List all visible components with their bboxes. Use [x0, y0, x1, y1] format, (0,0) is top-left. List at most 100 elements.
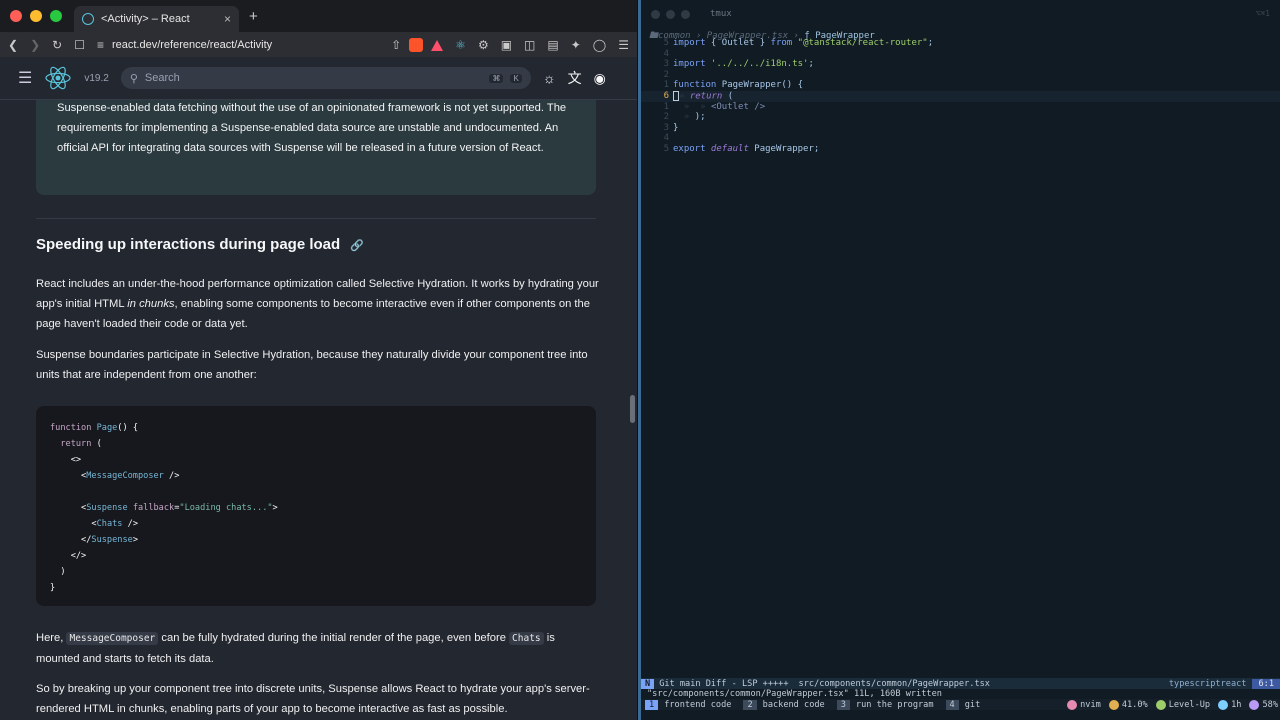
code-example: function Page() { return ( <> <MessageCo… — [36, 406, 596, 606]
line-code: » » <Outlet /> — [673, 102, 765, 113]
code-line: <Suspense fallback="Loading chats..."> — [50, 500, 582, 516]
emphasis-text: in chunks — [127, 298, 175, 310]
line-number: 2 — [663, 69, 669, 80]
cpu-label: 41.0% — [1121, 699, 1148, 710]
editor-line[interactable]: 5 import { Outlet } from "@tanstack/react… — [641, 38, 1280, 49]
forward-icon[interactable]: ❯ — [30, 38, 40, 52]
tmux-window-name[interactable]: git — [959, 700, 989, 710]
tmux-window-name[interactable]: frontend code — [658, 700, 739, 710]
terminal-shortcut: ⌥⌘1 — [1255, 9, 1270, 18]
brave-shields-icon[interactable] — [409, 38, 424, 52]
editor-line[interactable]: 2 — [641, 70, 1280, 81]
extensions-icon[interactable]: ⚙ — [478, 38, 489, 52]
code-token: /> — [122, 519, 138, 529]
back-icon[interactable]: ❮ — [8, 38, 18, 52]
cpu-icon — [1108, 699, 1119, 710]
site-info-icon[interactable]: ≡ — [97, 38, 104, 52]
battery-icon — [1249, 699, 1260, 710]
code-token: () { — [117, 423, 138, 433]
editor-line[interactable]: 1 » » <Outlet /> — [641, 102, 1280, 113]
code-line: <> — [50, 452, 582, 468]
line-number: 5 — [663, 143, 669, 154]
code-line: </Suspense> — [50, 532, 582, 548]
docs-search-input[interactable]: ⚲ Search ⌘ K — [120, 67, 531, 89]
paragraph-text: can be fully hydrated during the initial… — [158, 632, 510, 644]
editor-line[interactable]: 1 function PageWrapper() { — [641, 80, 1280, 91]
code-token: ; — [927, 38, 934, 48]
code-token: > — [132, 535, 138, 545]
editor-line[interactable]: 6 » return ( — [641, 90, 1280, 102]
browser-window: <Activity> – React × + ❮ ❯ ↻ ☐ ≡ react.d… — [0, 0, 638, 720]
vpn-icon[interactable]: ◯ — [593, 38, 606, 52]
inline-code: MessageComposer — [66, 632, 159, 645]
close-window-button[interactable] — [651, 9, 660, 19]
code-token: } — [50, 583, 56, 593]
site-header: ☰ v19.2 ⚲ Search ⌘ K ☼ 文 ◉ — [0, 57, 637, 100]
tmux-window-name[interactable]: run the program — [850, 700, 942, 710]
tmux-window-number[interactable]: 1 — [645, 699, 659, 710]
editor-line[interactable]: 2 » ); — [641, 112, 1280, 123]
reload-icon[interactable]: ↻ — [52, 38, 62, 52]
file-path: src/components/common/PageWrapper.tsx — [798, 678, 990, 689]
tmux-window-number[interactable]: 4 — [945, 699, 959, 710]
brave-rewards-icon[interactable] — [431, 39, 444, 51]
code-token: <> — [70, 455, 82, 465]
line-number: 1 — [663, 101, 669, 112]
leo-ai-icon[interactable]: ✦ — [571, 38, 581, 52]
theme-toggle-icon[interactable]: ☼ — [543, 70, 556, 86]
link-anchor-icon[interactable]: 🔗 — [350, 240, 364, 252]
version-label[interactable]: v19.2 — [84, 73, 108, 84]
react-devtools-icon[interactable]: ⚛ — [455, 38, 466, 52]
maximize-window-button[interactable] — [681, 9, 690, 19]
filetype: typescriptreact — [1168, 678, 1247, 689]
uptime-icon — [1218, 699, 1229, 710]
tab-activity[interactable]: <Activity> – React × — [74, 6, 239, 32]
github-icon[interactable]: ◉ — [594, 70, 606, 87]
editor-line[interactable]: 4 — [641, 133, 1280, 144]
share-icon[interactable]: ⇧ — [391, 38, 401, 52]
tmux-window-number[interactable]: 2 — [743, 699, 757, 710]
address-bar[interactable]: ≡ react.dev/reference/react/Activity ⇧ — [97, 38, 444, 52]
paragraph-suspense-boundaries: Suspense boundaries participate in Selec… — [36, 345, 601, 385]
new-tab-button[interactable]: + — [249, 8, 258, 25]
editor-line[interactable]: 3 import '../../../i18n.ts'; — [641, 59, 1280, 70]
code-token: > — [272, 503, 278, 513]
url-text[interactable]: react.dev/reference/react/Activity — [112, 39, 272, 51]
page-scrollbar[interactable] — [630, 395, 635, 423]
line-number: 3 — [663, 122, 669, 133]
bookmark-icon[interactable]: ☐ — [74, 38, 85, 52]
paragraph-summary: So by breaking up your component tree in… — [36, 679, 601, 719]
code-token: PageWrapper() { — [716, 80, 804, 91]
screenshot-icon[interactable]: ▣ — [501, 38, 512, 52]
minimize-window-button[interactable] — [30, 10, 42, 22]
code-token: export — [673, 143, 706, 154]
code-editor[interactable]: 5 import { Outlet } from "@tanstack/react… — [641, 38, 1280, 155]
maximize-window-button[interactable] — [50, 10, 62, 22]
sidebar-icon[interactable]: ◫ — [524, 38, 535, 52]
code-line: } — [50, 580, 582, 596]
editor-line[interactable]: 4 — [641, 49, 1280, 60]
tmux-window-name[interactable]: backend code — [757, 700, 833, 710]
tab-close-icon[interactable]: × — [224, 12, 231, 26]
editor-line[interactable]: 3} — [641, 123, 1280, 134]
editor-line[interactable]: 5 export default PageWrapper; — [641, 144, 1280, 155]
code-token: ( — [722, 91, 734, 102]
menu-icon[interactable]: ☰ — [618, 38, 629, 52]
paragraph-selective-hydration: React includes an under-the-hood perform… — [36, 274, 601, 334]
cursor-position: 6:1 — [1252, 678, 1280, 689]
site-menu-icon[interactable]: ☰ — [18, 68, 32, 88]
minimize-window-button[interactable] — [666, 9, 675, 19]
code-token: '../../../i18n.ts' — [705, 59, 809, 70]
line-code: » ); — [673, 112, 706, 123]
close-window-button[interactable] — [10, 10, 22, 22]
line-number: 5 — [663, 38, 669, 48]
react-logo-icon[interactable] — [44, 64, 72, 92]
uptime-label: 1h — [1231, 699, 1242, 710]
tmux-window-number[interactable]: 3 — [836, 699, 850, 710]
wallet-icon[interactable]: ▤ — [547, 38, 558, 52]
code-line: function Page() { — [50, 420, 582, 436]
command-message: "src/components/common/PageWrapper.tsx" … — [647, 689, 942, 699]
article-content: Suspense-enabled data fetching without t… — [0, 100, 637, 720]
paragraph-text: So by breaking up your component tree in… — [36, 683, 590, 715]
language-icon[interactable]: 文 — [568, 68, 582, 88]
